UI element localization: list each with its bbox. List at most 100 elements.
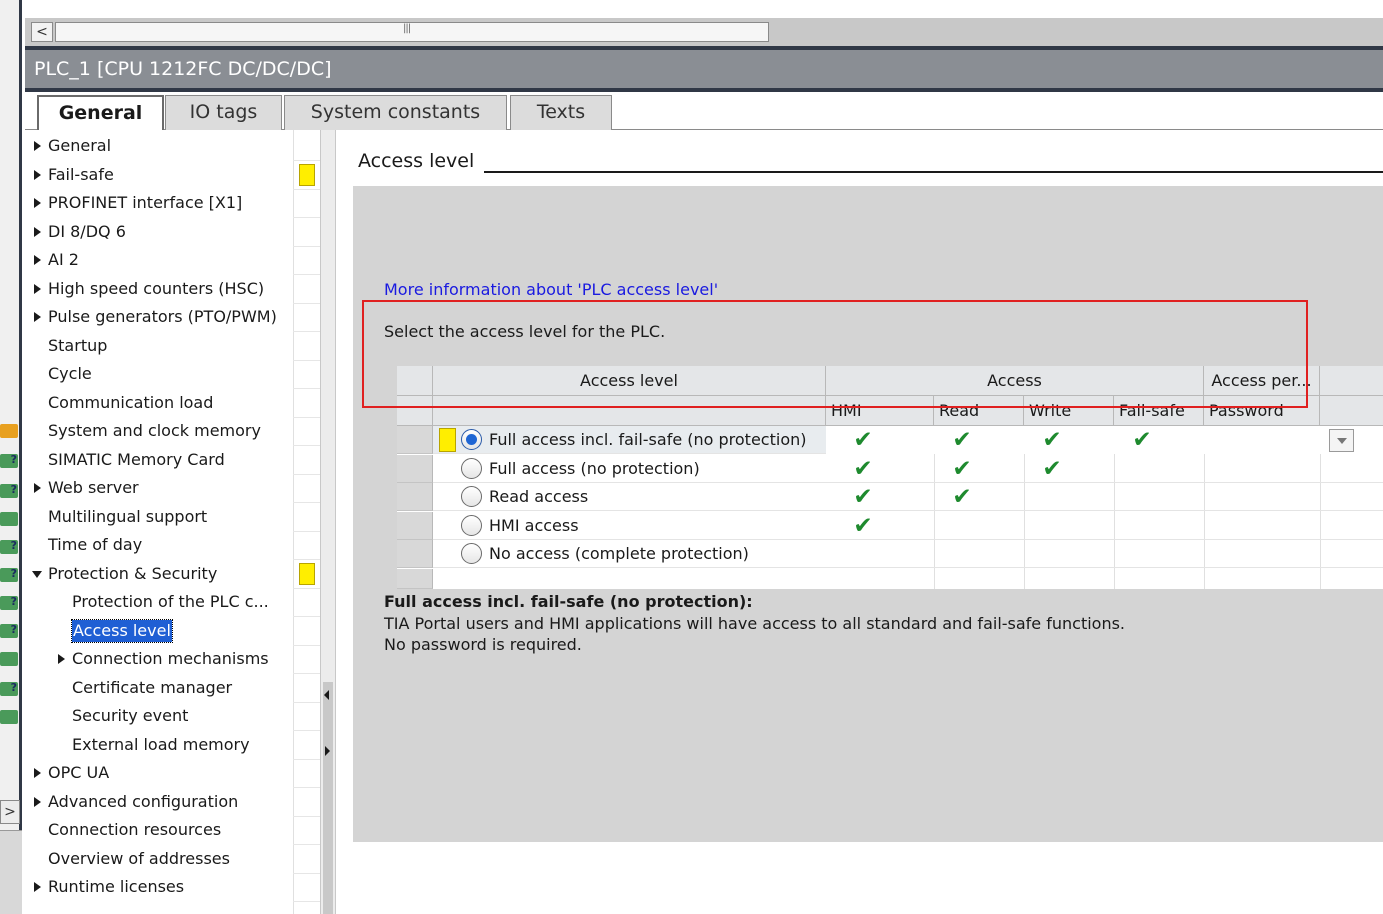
col-password[interactable]: Password <box>1204 396 1320 426</box>
splitter[interactable] <box>320 130 336 914</box>
more-info-link[interactable]: More information about 'PLC access level… <box>384 280 718 299</box>
nav-item-label: Overview of addresses <box>48 848 230 868</box>
device-warning-icon[interactable] <box>0 424 18 438</box>
access-level-option-label[interactable]: Full access (no protection) <box>489 455 700 483</box>
table-row[interactable]: HMI access ✔ <box>433 512 1383 540</box>
expand-icon[interactable] <box>31 788 43 816</box>
device-unknown-icon[interactable] <box>0 623 18 638</box>
expand-icon[interactable] <box>31 474 43 502</box>
row-header[interactable] <box>397 454 433 483</box>
expand-icon[interactable] <box>31 132 43 160</box>
expand-icon[interactable] <box>31 275 43 303</box>
device-ok-icon[interactable] <box>0 512 18 526</box>
scroll-left-icon[interactable]: < <box>31 22 53 42</box>
row-header[interactable] <box>397 540 433 568</box>
nav-item-label: SIMATIC Memory Card <box>48 449 225 469</box>
device-unknown-icon[interactable] <box>0 539 18 554</box>
device-unknown-icon[interactable] <box>0 483 18 498</box>
nav-item-label: Fail-safe <box>48 164 114 184</box>
device-unknown-icon[interactable] <box>0 453 18 468</box>
access-level-radio[interactable] <box>461 486 482 507</box>
nav-item-label: Advanced configuration <box>48 791 239 811</box>
col-read[interactable]: Read <box>934 396 1024 426</box>
tab-io-tags[interactable]: IO tags <box>165 95 282 130</box>
table-row[interactable]: Full access incl. fail-safe (no protecti… <box>433 426 1383 454</box>
nav-row-line <box>293 388 320 389</box>
nav-row-line <box>293 787 320 788</box>
nav-row-line <box>293 730 320 731</box>
row-header[interactable] <box>397 426 433 454</box>
nav-flag-column <box>293 130 294 914</box>
expand-icon[interactable] <box>31 218 43 246</box>
table-row[interactable]: No access (complete protection) <box>433 540 1383 568</box>
row-header[interactable] <box>397 511 433 540</box>
check-icon: ✔ <box>853 512 873 539</box>
warning-flag-icon <box>439 428 456 452</box>
nav-row-line <box>293 587 320 589</box>
top-area <box>25 0 1383 18</box>
col-access-permission[interactable]: Access per... <box>1204 366 1320 396</box>
access-level-option-label[interactable]: HMI access <box>489 512 579 540</box>
expand-icon[interactable] <box>31 189 43 217</box>
access-level-radio[interactable] <box>461 429 482 450</box>
tab-system-constants[interactable]: System constants <box>284 95 507 130</box>
section-title: Access level <box>358 150 475 172</box>
check-icon: ✔ <box>952 484 972 510</box>
row-header[interactable] <box>397 483 433 511</box>
nav-row-line <box>293 245 320 247</box>
collapse-icon[interactable] <box>31 560 43 588</box>
device-unknown-icon[interactable] <box>0 567 18 582</box>
device-error-icon[interactable] <box>0 652 18 666</box>
table-row[interactable]: Read access ✔ ✔ <box>433 483 1383 511</box>
expand-icon[interactable] <box>31 873 43 901</box>
expand-icon[interactable] <box>55 645 67 673</box>
strip-lower-panel <box>0 830 22 914</box>
nav-row-line <box>293 901 320 902</box>
tab-texts[interactable]: Texts <box>510 95 612 130</box>
device-unknown-icon[interactable] <box>0 681 18 696</box>
nav-item-label: Protection of the PLC c... <box>72 592 269 611</box>
instruction-text: Select the access level for the PLC. <box>384 322 666 341</box>
tab-general[interactable]: General <box>37 95 164 131</box>
nav-item-label: Runtime licenses <box>48 877 185 896</box>
access-level-radio[interactable] <box>461 514 482 536</box>
access-level-option-label[interactable]: Full access incl. fail-safe (no protecti… <box>489 426 806 454</box>
col-failsafe[interactable]: Fail-safe <box>1114 396 1204 426</box>
nav-row-line <box>293 160 320 161</box>
col-blank <box>433 396 826 426</box>
nav-row-line <box>293 302 320 304</box>
access-level-radio[interactable] <box>461 457 482 479</box>
horizontal-scrollbar[interactable]: < ||| <box>25 18 1383 46</box>
splitter-handle[interactable] <box>323 682 333 914</box>
password-dropdown[interactable] <box>1329 429 1354 452</box>
access-level-option-label[interactable]: No access (complete protection) <box>489 540 749 568</box>
expand-right-icon[interactable]: > <box>0 800 20 824</box>
col-hmi[interactable]: HMI <box>826 396 934 426</box>
check-icon: ✔ <box>853 455 873 482</box>
collapse-left-icon[interactable] <box>324 690 329 700</box>
scroll-thumb[interactable] <box>55 22 769 42</box>
nav-item-label: Protection & Security <box>48 563 218 583</box>
properties-nav-tree: General Fail-safe PROFINET interface [X1] D… <box>25 130 320 914</box>
device-unknown-icon[interactable] <box>0 595 18 610</box>
col-write[interactable]: Write <box>1024 396 1114 426</box>
table-row[interactable]: Full access (no protection) ✔ ✔ ✔ <box>433 455 1383 483</box>
table-header-sub: HMI Read Write Fail-safe Password <box>397 396 1383 426</box>
access-level-radio[interactable] <box>461 543 482 564</box>
col-access[interactable]: Access <box>826 366 1204 396</box>
expand-icon[interactable] <box>31 161 43 189</box>
access-level-option-label[interactable]: Read access <box>489 483 588 511</box>
nav-row-line <box>293 758 320 760</box>
expand-icon[interactable] <box>31 246 43 274</box>
device-icon[interactable] <box>0 710 18 724</box>
expand-right-icon[interactable] <box>325 746 330 756</box>
check-icon: ✔ <box>853 427 873 453</box>
expand-icon[interactable] <box>31 759 43 787</box>
nav-row-line <box>293 815 320 817</box>
col-access-level[interactable]: Access level <box>433 366 826 396</box>
check-icon: ✔ <box>1042 455 1062 482</box>
nav-row-line <box>293 331 320 332</box>
inspector-title: PLC_1 [CPU 1212FC DC/DC/DC] <box>25 50 1383 88</box>
expand-icon[interactable] <box>31 303 43 331</box>
nav-row-line <box>293 445 320 446</box>
